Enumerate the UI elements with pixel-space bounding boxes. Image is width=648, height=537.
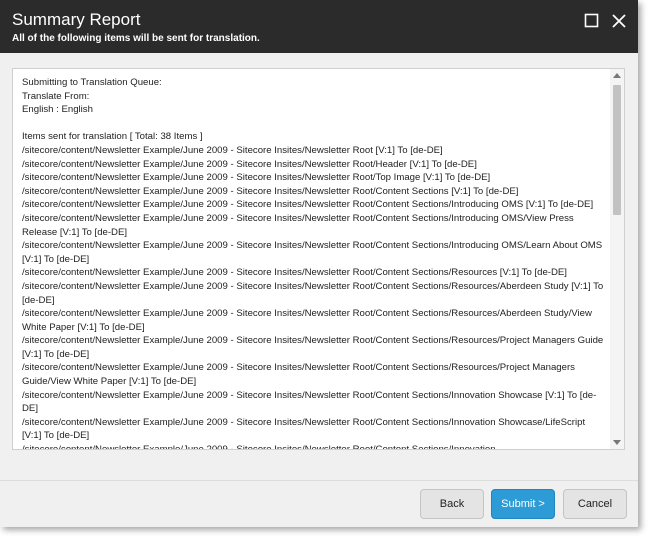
report-line: English : English: [22, 104, 93, 116]
report-line: /sitecore/content/Newsletter Example/Jun…: [22, 172, 491, 184]
back-button[interactable]: Back: [420, 489, 484, 519]
report-line: Submitting to Translation Queue:: [22, 77, 162, 88]
footer-divider: [0, 480, 638, 481]
report-line: /sitecore/content/Newsletter Example/Jun…: [22, 389, 597, 415]
report-line: /sitecore/content/Newsletter Example/Jun…: [22, 144, 443, 156]
dialog-subtitle: All of the following items will be sent …: [12, 33, 260, 44]
summary-report-dialog: Summary Report All of the following item…: [0, 0, 638, 527]
report-line: /sitecore/content/Newsletter Example/Jun…: [22, 267, 567, 279]
report-line: /sitecore/content/Newsletter Example/Jun…: [22, 240, 603, 265]
report-content[interactable]: Submitting to Translation Queue: Translat…: [12, 68, 625, 450]
report-line: /sitecore/content/Newsletter Example/Jun…: [22, 362, 575, 388]
scroll-up-icon[interactable]: [613, 73, 621, 78]
report-line: /sitecore/content/Newsletter Example/Jun…: [22, 335, 604, 360]
cancel-button[interactable]: Cancel: [563, 489, 627, 519]
report-line: [22, 117, 604, 131]
dialog-title: Summary Report: [12, 10, 141, 29]
report-line: Translate From:: [22, 90, 90, 102]
submit-button[interactable]: Submit >: [491, 489, 555, 519]
scroll-down-icon[interactable]: [613, 440, 621, 445]
dialog-titlebar: Summary Report All of the following item…: [0, 0, 638, 53]
close-icon[interactable]: [610, 12, 628, 30]
report-line: /sitecore/content/Newsletter Example/Jun…: [22, 185, 519, 197]
vertical-scrollbar[interactable]: [610, 69, 624, 449]
report-line: /sitecore/content/Newsletter Example/Jun…: [22, 280, 604, 306]
report-log: Submitting to Translation Queue: Translat…: [22, 76, 604, 450]
report-line: /sitecore/content/Newsletter Example/Jun…: [22, 199, 594, 211]
maximize-icon[interactable]: [583, 12, 601, 30]
report-line: Items sent for translation [ Total: 38 I…: [22, 131, 203, 143]
report-line: /sitecore/content/Newsletter Example/Jun…: [22, 416, 586, 442]
report-line: /sitecore/content/Newsletter Example/Jun…: [22, 444, 496, 450]
report-line: /sitecore/content/Newsletter Example/Jun…: [22, 308, 592, 333]
report-line: /sitecore/content/Newsletter Example/Jun…: [22, 212, 574, 238]
scrollbar-thumb[interactable]: [613, 85, 621, 215]
report-line: /sitecore/content/Newsletter Example/Jun…: [22, 158, 477, 170]
